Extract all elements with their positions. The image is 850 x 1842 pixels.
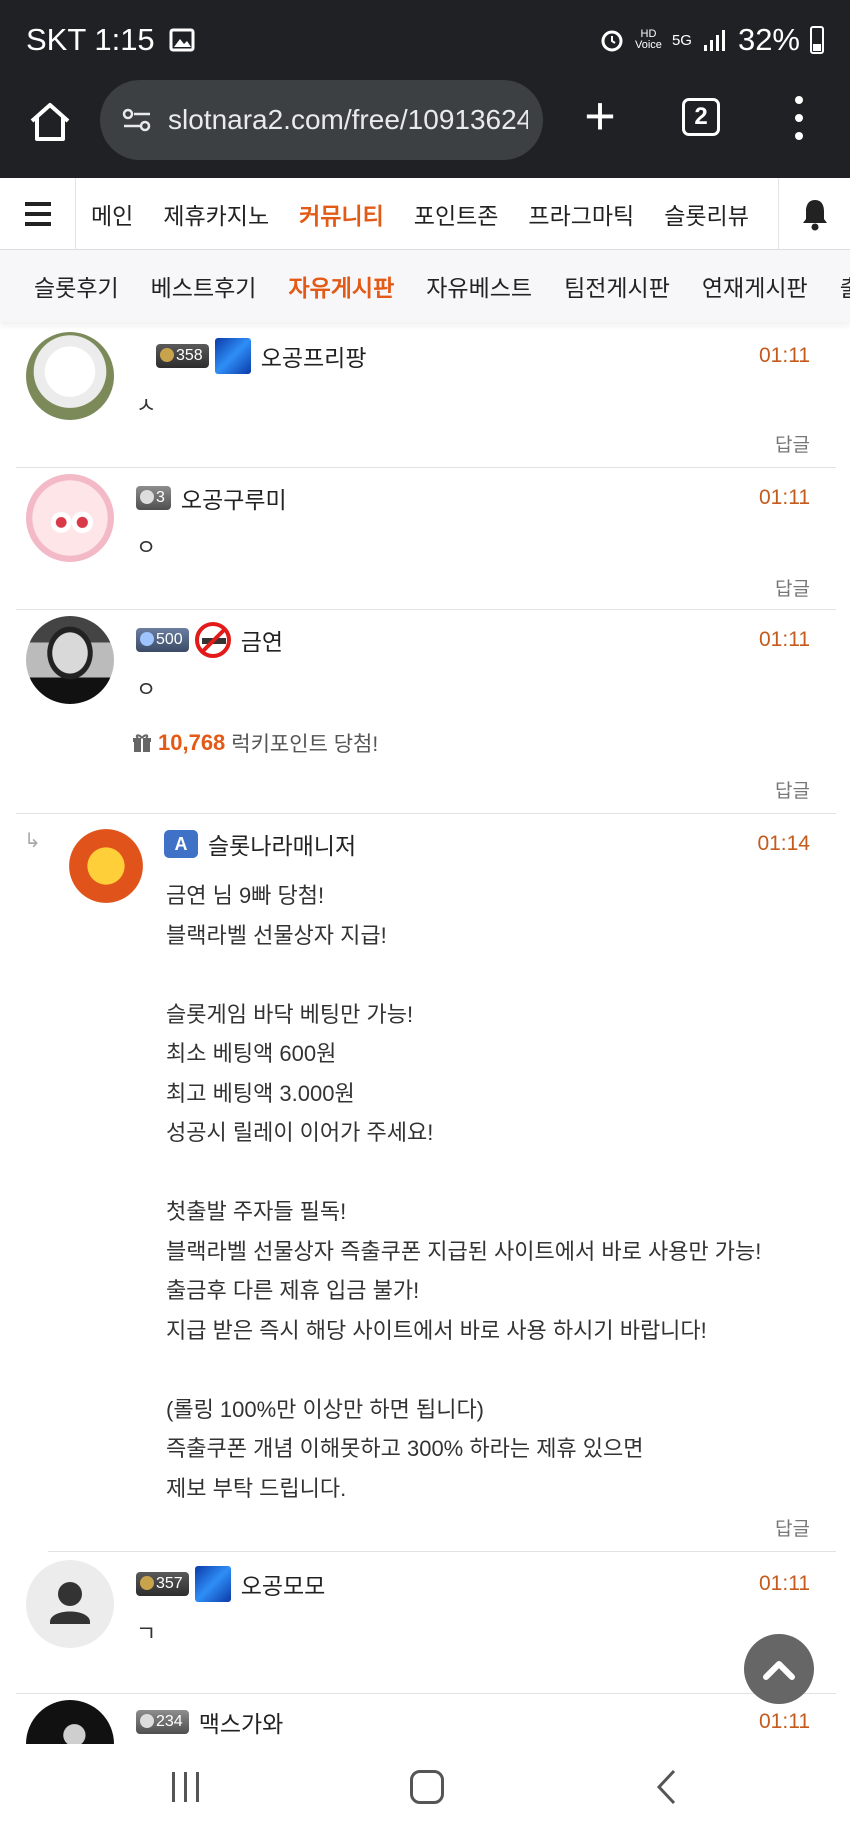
comment-item: 3 오공구루미 01:11 ㅇ 답글 — [16, 468, 836, 610]
avatar[interactable] — [26, 1700, 114, 1744]
home-nav-button[interactable] — [410, 1770, 444, 1804]
tab-free-board[interactable]: 자유게시판 — [272, 269, 410, 303]
reply-comment-item: ↳ A 슬롯나라매니저 01:14 금연 님 9빠 당첨! 블랙라벨 선물상자 … — [24, 814, 836, 1552]
reply-arrow-icon: ↳ — [24, 830, 41, 852]
comment-item: 357 오공모모 01:11 ㄱ 답글 — [16, 1552, 836, 1694]
comment-text: ㅇ — [136, 677, 157, 702]
comment-time: 01:11 — [759, 486, 810, 509]
comment-time: 01:11 — [759, 344, 810, 367]
tab-more[interactable]: 출 — [824, 269, 850, 303]
address-bar[interactable]: slotnara2.com/free/10913624# — [100, 80, 543, 160]
nickname[interactable]: 오공프리팡 — [261, 339, 367, 373]
level-badge: 357 — [136, 1572, 189, 1596]
no-smoking-icon — [194, 622, 231, 658]
avatar[interactable] — [60, 826, 152, 906]
admin-icon: A — [164, 830, 198, 858]
comment-item: 500 금연 01:11 ㅇ 10,768 럭키포인트 당첨! 답글 — [16, 610, 836, 814]
reply-button[interactable]: 답글 — [775, 430, 810, 457]
nav-item-slot-review[interactable]: 슬롯리뷰 — [649, 197, 764, 231]
nav-item-partner-casino[interactable]: 제휴카지노 — [148, 197, 284, 231]
lucky-point-notice: 10,768 럭키포인트 당첨! — [132, 728, 378, 758]
nav-item-community[interactable]: 커뮤니티 — [284, 197, 399, 231]
back-chevron-icon — [656, 1769, 676, 1805]
reply-button[interactable]: 답글 — [775, 776, 810, 803]
comment-text: ㄱ — [136, 1621, 157, 1646]
browser-menu-button[interactable] — [786, 96, 812, 140]
nickname[interactable]: 금연 — [241, 623, 283, 657]
tab-best-reviews[interactable]: 베스트후기 — [135, 269, 273, 303]
default-user-icon — [50, 1582, 90, 1624]
avatar[interactable] — [26, 474, 114, 562]
home-icon — [30, 103, 70, 141]
rank-icon — [194, 1566, 231, 1602]
alarm-icon — [601, 30, 623, 52]
comment-text: 금연 님 9빠 당첨! 블랙라벨 선물상자 지급! 슬롯게임 바닥 베팅만 가능… — [166, 883, 762, 1501]
comment-item: 358 오공프리팡 01:11 ㅅ 답글 — [16, 322, 836, 468]
comment-time: 01:11 — [759, 628, 810, 651]
gallery-icon — [169, 28, 195, 52]
tab-free-best[interactable]: 자유베스트 — [410, 269, 548, 303]
nav-item-pragmatic[interactable]: 프라그마틱 — [513, 197, 649, 231]
nickname[interactable]: 오공구루미 — [181, 481, 287, 515]
hd-voice-icon: HD Voice — [635, 28, 662, 51]
url-text: slotnara2.com/free/10913624# — [168, 104, 528, 135]
tab-team-board[interactable]: 팀전게시판 — [548, 269, 686, 303]
scroll-to-top-button[interactable] — [744, 1634, 814, 1704]
comment-time: 01:11 — [759, 1710, 810, 1733]
site-settings-icon — [122, 108, 151, 132]
recent-apps-button[interactable] — [172, 1772, 199, 1802]
comment-text: ㅅ — [136, 393, 157, 418]
comment-time: 01:14 — [757, 832, 810, 855]
board-tabs: 슬롯후기 베스트후기 자유게시판 자유베스트 팀전게시판 연재게시판 출 — [0, 250, 850, 322]
browser-toolbar: slotnara2.com/free/10913624# + 2 — [0, 80, 850, 178]
gift-icon — [133, 734, 151, 752]
nav-item-main[interactable]: 메인 — [76, 197, 148, 231]
notification-bell-icon[interactable] — [778, 178, 850, 250]
avatar[interactable] — [26, 1560, 114, 1648]
hamburger-menu-icon[interactable] — [0, 178, 76, 250]
nickname[interactable]: 맥스가와 — [199, 1705, 284, 1739]
site-nav: 메인 제휴카지노 커뮤니티 포인트존 프라그마틱 슬롯리뷰 — [0, 178, 850, 250]
lucky-point-amount: 10,768 — [158, 730, 226, 755]
level-badge: 234 — [136, 1710, 189, 1734]
tab-serial-board[interactable]: 연재게시판 — [686, 269, 824, 303]
reply-button[interactable]: 답글 — [775, 574, 810, 601]
network-label: 5G — [671, 31, 692, 49]
tab-switcher-button[interactable]: 2 — [682, 98, 720, 136]
chevron-up-icon — [763, 1661, 795, 1680]
level-badge: 358 — [156, 344, 209, 368]
signal-icon — [703, 30, 725, 51]
nav-item-point-zone[interactable]: 포인트존 — [399, 197, 514, 231]
carrier-time: SKT 1:15 — [26, 22, 155, 57]
reply-button[interactable]: 답글 — [775, 1514, 810, 1541]
system-nav-bar — [0, 1744, 850, 1842]
nickname[interactable]: 슬롯나라매니저 — [208, 827, 356, 861]
comment-time: 01:11 — [759, 1572, 810, 1595]
status-bar: SKT 1:15 HD Voice 5G 32% — [0, 0, 850, 80]
rank-icon — [214, 338, 251, 374]
nickname[interactable]: 오공모모 — [241, 1567, 326, 1601]
level-badge: 3 — [136, 486, 171, 510]
home-button[interactable] — [22, 94, 78, 150]
avatar[interactable] — [26, 332, 114, 420]
lucky-point-text: 럭키포인트 당첨! — [231, 733, 379, 756]
avatar[interactable] — [26, 616, 114, 704]
comment-item: 234 맥스가와 01:11 — [16, 1694, 836, 1744]
tab-slot-reviews[interactable]: 슬롯후기 — [18, 269, 135, 303]
back-button[interactable] — [654, 1768, 678, 1816]
new-tab-button[interactable]: + — [572, 88, 628, 148]
battery-icon — [810, 26, 824, 54]
level-badge: 500 — [136, 628, 189, 652]
comment-text: ㅇ — [136, 535, 157, 560]
battery-percent: 32% — [737, 22, 800, 57]
